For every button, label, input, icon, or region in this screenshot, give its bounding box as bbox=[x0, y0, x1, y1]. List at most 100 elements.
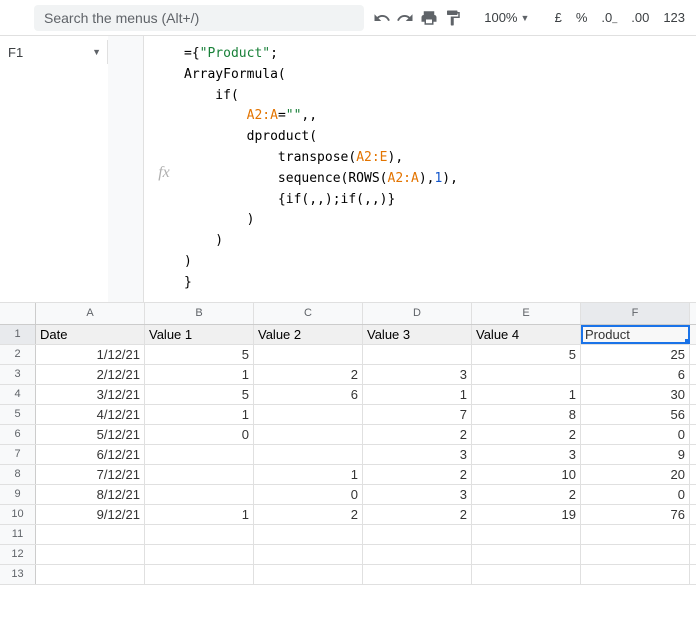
zoom-dropdown[interactable]: 100% ▼ bbox=[480, 10, 533, 25]
undo-button[interactable] bbox=[372, 6, 392, 30]
more-formats-button[interactable]: 123 bbox=[658, 10, 690, 25]
cell[interactable]: 1 bbox=[472, 385, 581, 404]
cell[interactable] bbox=[254, 445, 363, 464]
cell[interactable]: Value 2 bbox=[254, 325, 363, 344]
cell[interactable]: 2 bbox=[254, 365, 363, 384]
print-button[interactable] bbox=[419, 6, 439, 30]
cell[interactable] bbox=[145, 525, 254, 544]
cell[interactable]: 5 bbox=[145, 385, 254, 404]
cell[interactable]: 6 bbox=[581, 365, 690, 384]
cell[interactable] bbox=[254, 425, 363, 444]
cell[interactable] bbox=[581, 525, 690, 544]
menu-search-input[interactable]: Search the menus (Alt+/) bbox=[34, 5, 364, 31]
cell[interactable]: Value 3 bbox=[363, 325, 472, 344]
cell[interactable] bbox=[581, 565, 690, 584]
cell[interactable]: 2 bbox=[363, 425, 472, 444]
cell[interactable] bbox=[254, 525, 363, 544]
cell[interactable] bbox=[363, 525, 472, 544]
cell[interactable] bbox=[472, 545, 581, 564]
cell[interactable] bbox=[363, 545, 472, 564]
cell[interactable]: 5/12/21 bbox=[36, 425, 145, 444]
paint-format-button[interactable] bbox=[443, 6, 463, 30]
column-header-D[interactable]: D bbox=[363, 303, 472, 324]
cell[interactable]: 7 bbox=[363, 405, 472, 424]
cell[interactable]: 1 bbox=[145, 405, 254, 424]
cell[interactable] bbox=[36, 545, 145, 564]
cell[interactable]: 2 bbox=[254, 505, 363, 524]
cell[interactable]: 1 bbox=[254, 465, 363, 484]
cell[interactable] bbox=[36, 565, 145, 584]
cell[interactable]: 20 bbox=[581, 465, 690, 484]
cell[interactable]: 76 bbox=[581, 505, 690, 524]
cell[interactable]: 1 bbox=[363, 385, 472, 404]
name-box[interactable]: F1 ▼ bbox=[0, 40, 108, 64]
row-header[interactable]: 4 bbox=[0, 385, 36, 404]
cell[interactable] bbox=[145, 445, 254, 464]
cell[interactable]: 3/12/21 bbox=[36, 385, 145, 404]
cell[interactable]: 1 bbox=[145, 505, 254, 524]
cell[interactable] bbox=[472, 565, 581, 584]
formula-bar[interactable]: fx ={"Product"; ArrayFormula( if( A2:A="… bbox=[144, 36, 696, 302]
column-header-B[interactable]: B bbox=[145, 303, 254, 324]
cell[interactable]: 2 bbox=[363, 465, 472, 484]
cell[interactable]: 1/12/21 bbox=[36, 345, 145, 364]
cell[interactable]: 56 bbox=[581, 405, 690, 424]
cell[interactable]: 30 bbox=[581, 385, 690, 404]
row-header[interactable]: 9 bbox=[0, 485, 36, 504]
cell[interactable]: Date bbox=[36, 325, 145, 344]
cell[interactable]: 19 bbox=[472, 505, 581, 524]
cell[interactable]: 2/12/21 bbox=[36, 365, 145, 384]
row-header[interactable]: 10 bbox=[0, 505, 36, 524]
cell[interactable]: 25 bbox=[581, 345, 690, 364]
cell[interactable]: Value 1 bbox=[145, 325, 254, 344]
cell[interactable] bbox=[472, 365, 581, 384]
cell[interactable]: 8 bbox=[472, 405, 581, 424]
cell[interactable]: 2 bbox=[363, 505, 472, 524]
cell[interactable]: 6 bbox=[254, 385, 363, 404]
cell[interactable]: 8/12/21 bbox=[36, 485, 145, 504]
format-percent-button[interactable]: % bbox=[571, 10, 593, 25]
cell[interactable] bbox=[254, 545, 363, 564]
increase-decimal-button[interactable]: .00 bbox=[626, 10, 654, 25]
column-header-F[interactable]: F bbox=[581, 303, 690, 324]
format-currency-button[interactable]: £ bbox=[550, 10, 567, 25]
cell[interactable]: 3 bbox=[472, 445, 581, 464]
cell[interactable]: 3 bbox=[363, 445, 472, 464]
cell[interactable]: 1 bbox=[145, 365, 254, 384]
cell[interactable]: 9/12/21 bbox=[36, 505, 145, 524]
cell[interactable]: 10 bbox=[472, 465, 581, 484]
cell[interactable] bbox=[363, 565, 472, 584]
cell[interactable]: 0 bbox=[254, 485, 363, 504]
cell[interactable] bbox=[145, 545, 254, 564]
cell[interactable]: 2 bbox=[472, 425, 581, 444]
cell[interactable] bbox=[581, 545, 690, 564]
cell[interactable] bbox=[36, 525, 145, 544]
cell[interactable] bbox=[145, 465, 254, 484]
cell[interactable]: 4/12/21 bbox=[36, 405, 145, 424]
cell[interactable] bbox=[145, 485, 254, 504]
cell[interactable] bbox=[363, 345, 472, 364]
column-header-A[interactable]: A bbox=[36, 303, 145, 324]
cell[interactable] bbox=[145, 565, 254, 584]
cell[interactable] bbox=[254, 405, 363, 424]
row-header[interactable]: 12 bbox=[0, 545, 36, 564]
row-header[interactable]: 3 bbox=[0, 365, 36, 384]
cell[interactable]: 3 bbox=[363, 365, 472, 384]
cell[interactable]: 2 bbox=[472, 485, 581, 504]
cell[interactable]: 0 bbox=[581, 485, 690, 504]
redo-button[interactable] bbox=[396, 6, 416, 30]
cell[interactable] bbox=[254, 345, 363, 364]
row-header[interactable]: 7 bbox=[0, 445, 36, 464]
cell[interactable]: 0 bbox=[581, 425, 690, 444]
cell[interactable]: 0 bbox=[145, 425, 254, 444]
row-header[interactable]: 6 bbox=[0, 425, 36, 444]
cell[interactable]: 7/12/21 bbox=[36, 465, 145, 484]
spreadsheet-grid[interactable]: ABCDEF 1DateValue 1Value 2Value 3Value 4… bbox=[0, 303, 696, 585]
select-all-corner[interactable] bbox=[0, 303, 36, 324]
row-header[interactable]: 13 bbox=[0, 565, 36, 584]
cell[interactable]: 9 bbox=[581, 445, 690, 464]
formula-text[interactable]: ={"Product"; ArrayFormula( if( A2:A="",,… bbox=[184, 44, 458, 294]
cell[interactable]: 5 bbox=[472, 345, 581, 364]
row-header[interactable]: 11 bbox=[0, 525, 36, 544]
row-header[interactable]: 5 bbox=[0, 405, 36, 424]
